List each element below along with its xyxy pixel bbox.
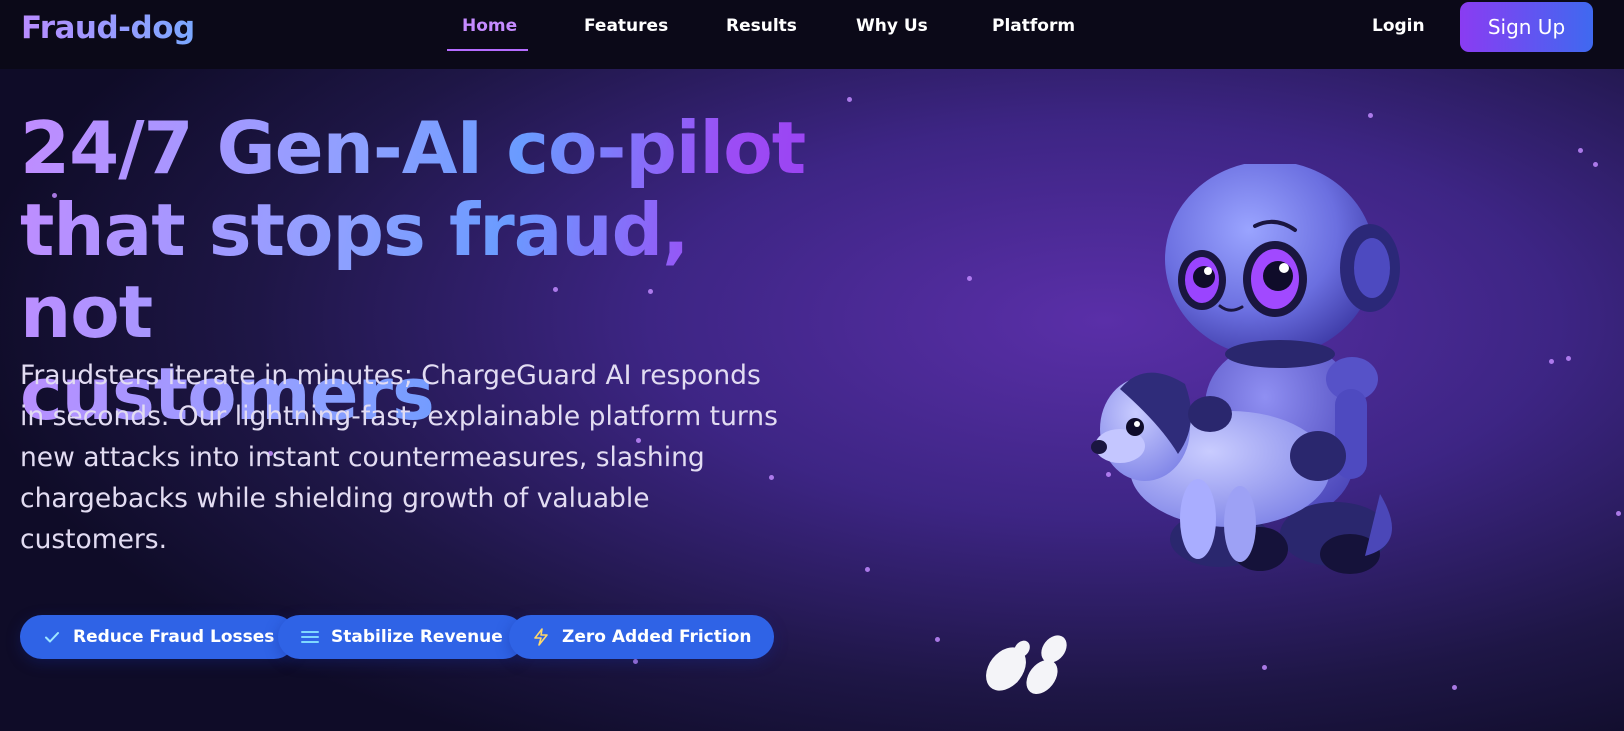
star-dot bbox=[1593, 162, 1598, 167]
star-dot bbox=[967, 276, 972, 281]
login-link[interactable]: Login bbox=[1372, 16, 1425, 36]
hero-section: 24/7 Gen-AI co-pilot that stops fraud, n… bbox=[0, 69, 1624, 731]
star-dot bbox=[1616, 511, 1621, 516]
pill-label: Stabilize Revenue bbox=[331, 627, 503, 647]
star-dot bbox=[847, 97, 852, 102]
headline-line-2: that stops fraud, not bbox=[20, 188, 689, 354]
menu-lines-icon bbox=[301, 631, 319, 643]
top-navbar: Fraud-dog Home Features Results Why Us P… bbox=[0, 0, 1624, 69]
pill-stabilize-revenue[interactable]: Stabilize Revenue bbox=[278, 615, 525, 659]
nav-link-results[interactable]: Results bbox=[726, 16, 797, 36]
star-dot bbox=[865, 567, 870, 572]
hero-subtext: Fraudsters iterate in minutes; ChargeGua… bbox=[20, 360, 778, 555]
brand-logo[interactable]: Fraud-dog bbox=[21, 10, 195, 46]
star-dot bbox=[1452, 685, 1457, 690]
nav-link-home[interactable]: Home bbox=[462, 16, 517, 36]
nav-link-platform[interactable]: Platform bbox=[992, 16, 1075, 36]
pill-label: Zero Added Friction bbox=[562, 627, 752, 647]
signup-button[interactable]: Sign Up bbox=[1460, 2, 1593, 52]
star-dot bbox=[1566, 356, 1571, 361]
star-dot bbox=[1262, 665, 1267, 670]
pill-reduce-fraud-losses[interactable]: Reduce Fraud Losses bbox=[20, 615, 297, 659]
lightning-icon bbox=[534, 628, 548, 646]
robot-with-puppy-illustration bbox=[1091, 164, 1400, 574]
nav-link-why-us[interactable]: Why Us bbox=[856, 16, 928, 36]
star-dot bbox=[935, 637, 940, 642]
check-icon bbox=[45, 632, 59, 643]
star-dot bbox=[1549, 359, 1554, 364]
nav-link-features[interactable]: Features bbox=[584, 16, 668, 36]
pill-label: Reduce Fraud Losses bbox=[73, 627, 275, 647]
footprints-icon bbox=[986, 635, 1067, 694]
active-nav-indicator bbox=[447, 49, 528, 51]
star-dot bbox=[1368, 113, 1373, 118]
headline-line-1: 24/7 Gen-AI co-pilot bbox=[20, 106, 806, 190]
pill-zero-added-friction[interactable]: Zero Added Friction bbox=[509, 615, 774, 659]
star-dot bbox=[633, 659, 638, 664]
star-dot bbox=[1578, 148, 1583, 153]
